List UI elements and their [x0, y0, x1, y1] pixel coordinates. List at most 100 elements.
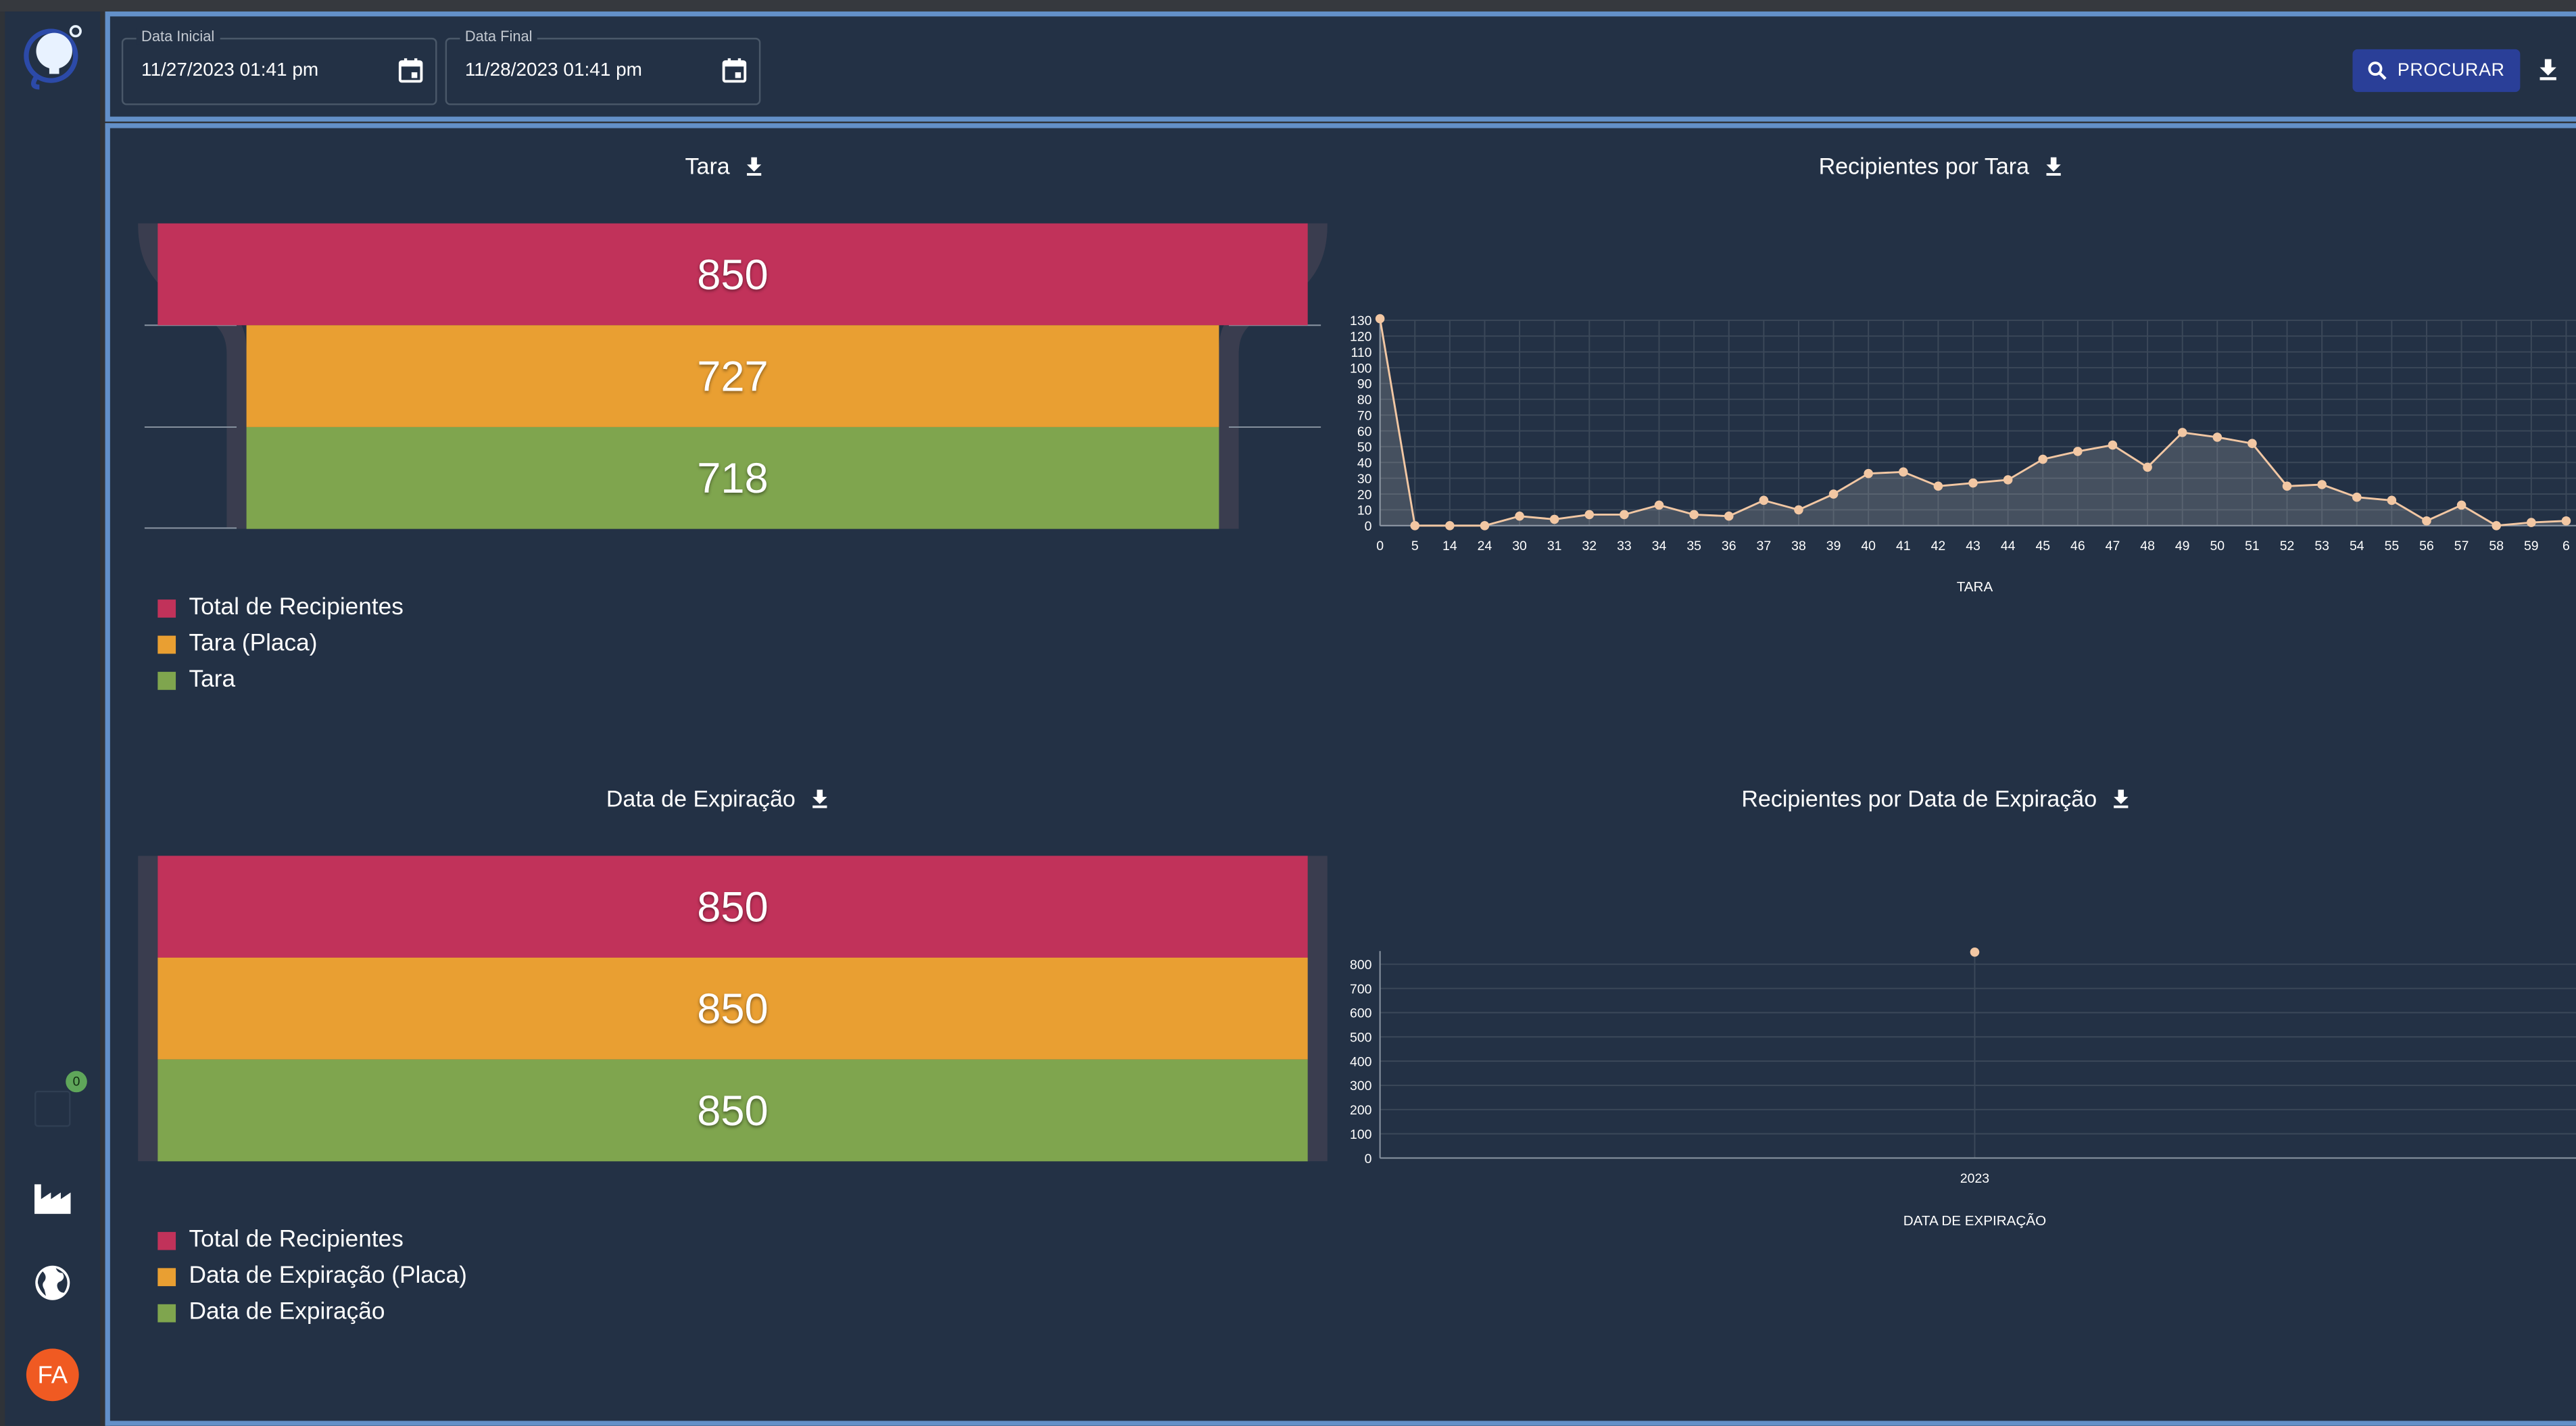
data-point [1620, 510, 1629, 520]
x-tick-label: 31 [1547, 539, 1562, 554]
legend-item[interactable]: Data de Expiração [157, 1294, 467, 1330]
x-tick-label: 53 [2314, 539, 2329, 554]
expiracao-scatter-title: Recipientes por Data de Expiração [1741, 785, 2133, 812]
data-point [1549, 514, 1559, 524]
sidebar-item-globe[interactable] [5, 1263, 100, 1302]
globe-icon [35, 1265, 70, 1300]
data-point [1724, 511, 1734, 521]
legend-label: Total de Recipientes [189, 594, 404, 621]
legend-item[interactable]: Data de Expiração (Placa) [157, 1258, 467, 1294]
start-date-field[interactable]: Data Inicial 11/27/2023 01:41 pm [121, 28, 437, 105]
y-tick-label: 110 [1351, 345, 1371, 360]
funnel-value-label: 850 [697, 1085, 769, 1135]
data-point [2073, 447, 2083, 456]
download-icon[interactable] [2535, 56, 2561, 82]
tara-funnel-chart: 850 727 718 [138, 223, 1328, 529]
download-icon[interactable] [2042, 154, 2065, 177]
data-point [2177, 428, 2187, 437]
y-tick-label: 600 [1350, 1006, 1372, 1021]
notification-box-icon: 0 [34, 1071, 87, 1127]
x-tick-label: 44 [2001, 539, 2016, 554]
funnel-segment[interactable]: 850 [157, 223, 1308, 326]
y-tick-label: 10 [1357, 503, 1372, 518]
x-tick-label: 2023 [1960, 1171, 1989, 1186]
notifications[interactable]: 0 [5, 1071, 100, 1127]
legend-item[interactable]: Total de Recipientes [157, 590, 404, 626]
data-point [1864, 468, 1873, 478]
calendar-icon[interactable] [721, 57, 748, 84]
legend-item[interactable]: Total de Recipientes [157, 1222, 467, 1258]
app-logo[interactable] [5, 18, 100, 91]
x-tick-label: 43 [1966, 539, 1980, 554]
x-tick-label: 30 [1512, 539, 1527, 554]
tara-line-chart-title: Recipientes por Tara [1819, 153, 2066, 179]
expiracao-funnel-title-text: Data de Expiração [606, 785, 796, 812]
funnel-segment[interactable]: 850 [157, 1059, 1308, 1162]
data-point [1970, 947, 1980, 957]
x-tick-label: 24 [1478, 539, 1492, 554]
funnel-segment[interactable]: 850 [157, 856, 1308, 958]
data-point [1899, 467, 1908, 477]
data-point [1515, 511, 1524, 521]
legend-swatch [157, 1231, 176, 1250]
download-icon[interactable] [2110, 787, 2133, 810]
calendar-icon[interactable] [397, 57, 424, 84]
data-point [1968, 478, 1978, 488]
download-icon[interactable] [808, 787, 831, 810]
legend-label: Total de Recipientes [189, 1227, 404, 1254]
x-axis-title: DATA DE EXPIRAÇÃO [1903, 1212, 2046, 1229]
y-tick-label: 70 [1357, 408, 1372, 423]
x-tick-label: 50 [2210, 539, 2225, 554]
legend-swatch [157, 598, 176, 617]
y-tick-label: 200 [1350, 1103, 1372, 1118]
legend-swatch [157, 1267, 176, 1285]
data-point [2352, 492, 2362, 502]
end-date-field[interactable]: Data Final 11/28/2023 01:41 pm [445, 28, 761, 105]
x-tick-label: 6 [2562, 539, 2570, 554]
funnel-value-label: 850 [697, 881, 769, 931]
legend-item[interactable]: Tara (Placa) [157, 626, 404, 662]
data-point [2317, 480, 2327, 489]
tara-funnel-legend: Total de Recipientes Tara (Placa) Tara [157, 590, 404, 698]
sidebar-item-factory[interactable] [5, 1178, 100, 1217]
expiracao-funnel-chart: 850 850 850 [138, 856, 1328, 1162]
y-tick-label: 50 [1357, 440, 1372, 455]
x-tick-label: 48 [2140, 539, 2155, 554]
x-tick-label: 34 [1652, 539, 1667, 554]
x-tick-label: 14 [1442, 539, 1457, 554]
data-point [2038, 454, 2048, 464]
x-tick-label: 57 [2454, 539, 2469, 554]
legend-item[interactable]: Tara [157, 662, 404, 697]
expiracao-scatter-title-text: Recipientes por Data de Expiração [1741, 785, 2097, 812]
notification-badge: 0 [66, 1071, 87, 1093]
funnel-segment[interactable]: 718 [246, 426, 1219, 529]
x-tick-label: 54 [2350, 539, 2364, 554]
search-button[interactable]: PROCURAR [2352, 49, 2521, 93]
start-date-label: Data Inicial [136, 28, 220, 45]
end-date-value[interactable]: 11/28/2023 01:41 pm [465, 61, 642, 80]
data-point [1584, 510, 1595, 520]
funnel-segment[interactable]: 850 [157, 957, 1308, 1060]
legend-label: Tara (Placa) [189, 631, 318, 658]
data-point [1480, 520, 1490, 531]
x-tick-label: 32 [1582, 539, 1597, 554]
tara-line-chart: 01020304050607080901001101201300 5 14 24 30 3… [1350, 314, 2576, 595]
legend-swatch [157, 635, 176, 654]
tara-funnel-title-text: Tara [685, 153, 730, 179]
x-tick-label: 37 [1757, 539, 1772, 554]
start-date-value[interactable]: 11/27/2023 01:41 pm [141, 61, 318, 80]
funnel-value-label: 727 [697, 350, 769, 400]
expiracao-scatter-chart: 0 100 200 300 400 500 600 700 800 2023 DATA DE EXP… [1350, 947, 2576, 1229]
data-point [2108, 440, 2118, 450]
user-avatar-button[interactable]: FA [5, 1348, 100, 1402]
y-tick-label: 300 [1350, 1079, 1372, 1093]
x-tick-label: 55 [2385, 539, 2400, 554]
x-tick-label: 33 [1617, 539, 1632, 554]
y-tick-label: 700 [1350, 982, 1372, 997]
funnel-segment[interactable]: 727 [246, 325, 1219, 427]
download-icon[interactable] [743, 154, 766, 177]
y-tick-label: 40 [1357, 456, 1372, 471]
end-date-label: Data Final [460, 28, 537, 45]
x-tick-label: 58 [2489, 539, 2504, 554]
funnel-value-label: 850 [697, 249, 769, 299]
